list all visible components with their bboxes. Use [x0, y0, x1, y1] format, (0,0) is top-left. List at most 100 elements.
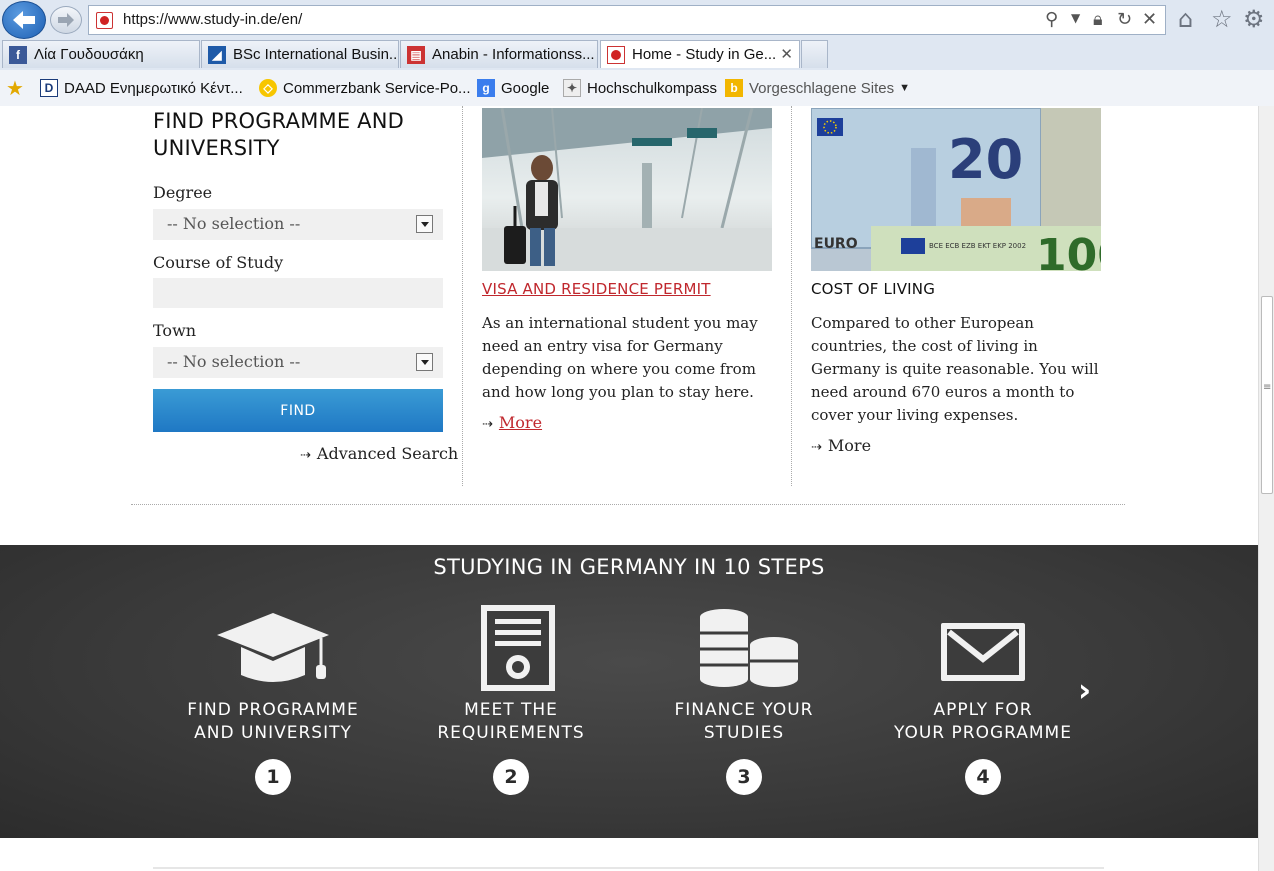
scrollbar-thumb[interactable]	[1261, 296, 1273, 494]
tab-anabin[interactable]: ▤ Anabin - Informationss...	[400, 40, 598, 68]
more-label: More	[498, 413, 543, 432]
step-number: 3	[726, 759, 762, 795]
step-3[interactable]: FINANCE YOUR STUDIES 3	[639, 605, 849, 795]
course-label: Course of Study	[153, 253, 284, 272]
facebook-icon: f	[9, 45, 27, 64]
dotted-arrow-icon: ⇢	[811, 440, 822, 455]
tab-strip: f Λία Γουδουσάκη ◢ BSc International Bus…	[0, 40, 1274, 68]
euro-hundred: 100	[1036, 230, 1101, 271]
site-icon: ▤	[407, 45, 425, 64]
step-label: APPLY FOR YOUR PROGRAMME	[894, 700, 1072, 743]
refresh-icon[interactable]: ↻	[1117, 9, 1132, 30]
site-favicon	[96, 12, 113, 29]
euro-twenty: 20	[948, 128, 1023, 191]
tab-label: Λία Γουδουσάκη	[34, 46, 144, 63]
tab-bsc[interactable]: ◢ BSc International Busin...	[201, 40, 399, 68]
favorite-label: DAAD Ενημερωτικό Κέντ...	[64, 79, 243, 97]
back-button[interactable]	[2, 1, 46, 39]
favorite-hochschulkompass[interactable]: ✦ Hochschulkompass	[563, 77, 717, 99]
degree-select[interactable]: -- No selection --	[153, 209, 443, 240]
next-arrow-icon[interactable]: ›	[1078, 671, 1091, 709]
more-label: More	[827, 436, 872, 455]
visa-photo[interactable]	[482, 108, 772, 271]
cost-more-link[interactable]: ⇢ More	[811, 436, 871, 455]
study-in-icon	[607, 45, 625, 64]
graduation-cap-icon	[217, 613, 329, 682]
dropdown-arrow-icon[interactable]	[416, 353, 433, 371]
tab-label: BSc International Busin...	[233, 46, 399, 63]
town-select[interactable]: -- No selection --	[153, 347, 443, 378]
new-tab-button[interactable]	[801, 40, 828, 68]
hochschulkompass-icon: ✦	[563, 79, 581, 97]
find-button[interactable]: FIND	[153, 389, 443, 432]
favorite-daad[interactable]: D DAAD Ενημερωτικό Κέντ...	[40, 77, 243, 99]
step-4[interactable]: APPLY FOR YOUR PROGRAMME 4	[878, 605, 1088, 795]
column-divider	[791, 106, 792, 486]
vertical-scrollbar[interactable]	[1258, 106, 1274, 871]
tab-label: Anabin - Informationss...	[432, 46, 595, 63]
lock-icon[interactable]: 🔒︎	[1093, 9, 1103, 30]
favorites-star-icon[interactable]: ☆	[1211, 5, 1233, 33]
dropdown-chevron-icon: ▼	[899, 82, 910, 94]
favorite-suggested-sites[interactable]: b Vorgeschlagene Sites ▼	[725, 77, 910, 99]
web-page: FIND PROGRAMME AND UNIVERSITY Degree -- …	[0, 106, 1258, 871]
step-number: 2	[493, 759, 529, 795]
step-number: 4	[965, 759, 1001, 795]
google-icon: g	[477, 79, 495, 97]
step-label: FIND PROGRAMME AND UNIVERSITY	[187, 700, 359, 743]
favorite-label: Commerzbank Service-Po...	[283, 79, 471, 97]
favorite-label: Vorgeschlagene Sites	[749, 79, 895, 97]
certificate-icon	[481, 605, 555, 691]
degree-value: -- No selection --	[167, 214, 301, 233]
bottom-strip	[153, 867, 1104, 871]
tab-label: Home - Study in Ge...	[632, 46, 777, 63]
visa-title-link[interactable]: VISA AND RESIDENCE PERMIT	[482, 280, 711, 298]
step-number: 1	[255, 759, 291, 795]
section-divider	[131, 504, 1125, 505]
tab-study-in[interactable]: Home - Study in Ge... ✕	[600, 40, 800, 68]
favorite-commerzbank[interactable]: ◇ Commerzbank Service-Po...	[259, 77, 471, 99]
address-bar[interactable]: https://www.study-in.de/en/ ⚲ ▼ 🔒︎ ↻ ✕	[88, 5, 1166, 35]
airport-traveler-image	[482, 108, 772, 271]
commerzbank-icon: ◇	[259, 79, 277, 97]
course-input[interactable]	[153, 278, 443, 308]
favorites-center-star-icon[interactable]: ★	[6, 76, 24, 100]
close-tab-icon[interactable]: ✕	[780, 45, 793, 63]
home-icon[interactable]: ⌂	[1178, 5, 1193, 33]
forward-button[interactable]	[50, 6, 82, 34]
search-heading: FIND PROGRAMME AND UNIVERSITY	[153, 109, 405, 160]
dropdown-chevron-icon[interactable]: ▼	[1071, 11, 1080, 25]
advanced-search-link[interactable]: ⇢ Advanced Search	[300, 444, 458, 463]
column-divider	[462, 106, 463, 486]
euro-label: EURO	[814, 236, 858, 252]
euro-banknotes-image: 20 EURO BCE ECB EZB EKT EKP 2002 100	[811, 108, 1101, 271]
settings-gear-icon[interactable]: ⚙	[1243, 5, 1265, 33]
favorite-google[interactable]: g Google	[477, 77, 549, 99]
dropdown-arrow-icon[interactable]	[416, 215, 433, 233]
cost-photo[interactable]: 20 EURO BCE ECB EZB EKT EKP 2002 100	[811, 108, 1101, 271]
step-1[interactable]: FIND PROGRAMME AND UNIVERSITY 1	[168, 605, 378, 795]
favorite-label: Hochschulkompass	[587, 79, 718, 97]
dotted-arrow-icon: ⇢	[482, 417, 493, 432]
visa-more-link[interactable]: ⇢ More	[482, 413, 542, 432]
town-value: -- No selection --	[167, 352, 301, 371]
cost-text: Compared to other European countries, th…	[811, 314, 1099, 424]
stop-icon[interactable]: ✕	[1142, 9, 1157, 30]
forward-arrow-icon	[58, 13, 74, 27]
favorites-bar: ★ D DAAD Ενημερωτικό Κέντ... ◇ Commerzba…	[0, 70, 1274, 106]
degree-label: Degree	[153, 183, 213, 202]
cost-title[interactable]: COST OF LIVING	[811, 280, 935, 298]
visa-text: As an international student you may need…	[482, 314, 758, 401]
bing-icon: b	[725, 79, 743, 97]
coins-icon	[700, 609, 798, 687]
url-text[interactable]: https://www.study-in.de/en/	[123, 11, 302, 28]
site-icon: ◢	[208, 45, 226, 64]
search-icon[interactable]: ⚲	[1045, 9, 1058, 30]
step-2[interactable]: MEET THE REQUIREMENTS 2	[406, 605, 616, 795]
tab-facebook[interactable]: f Λία Γουδουσάκη	[2, 40, 200, 68]
steps-title: STUDYING IN GERMANY IN 10 STEPS	[433, 555, 825, 579]
town-label: Town	[153, 321, 197, 340]
step-label: MEET THE REQUIREMENTS	[437, 700, 585, 743]
back-arrow-icon	[13, 11, 35, 29]
euro-bce-text: BCE ECB EZB EKT EKP 2002	[929, 242, 1026, 250]
